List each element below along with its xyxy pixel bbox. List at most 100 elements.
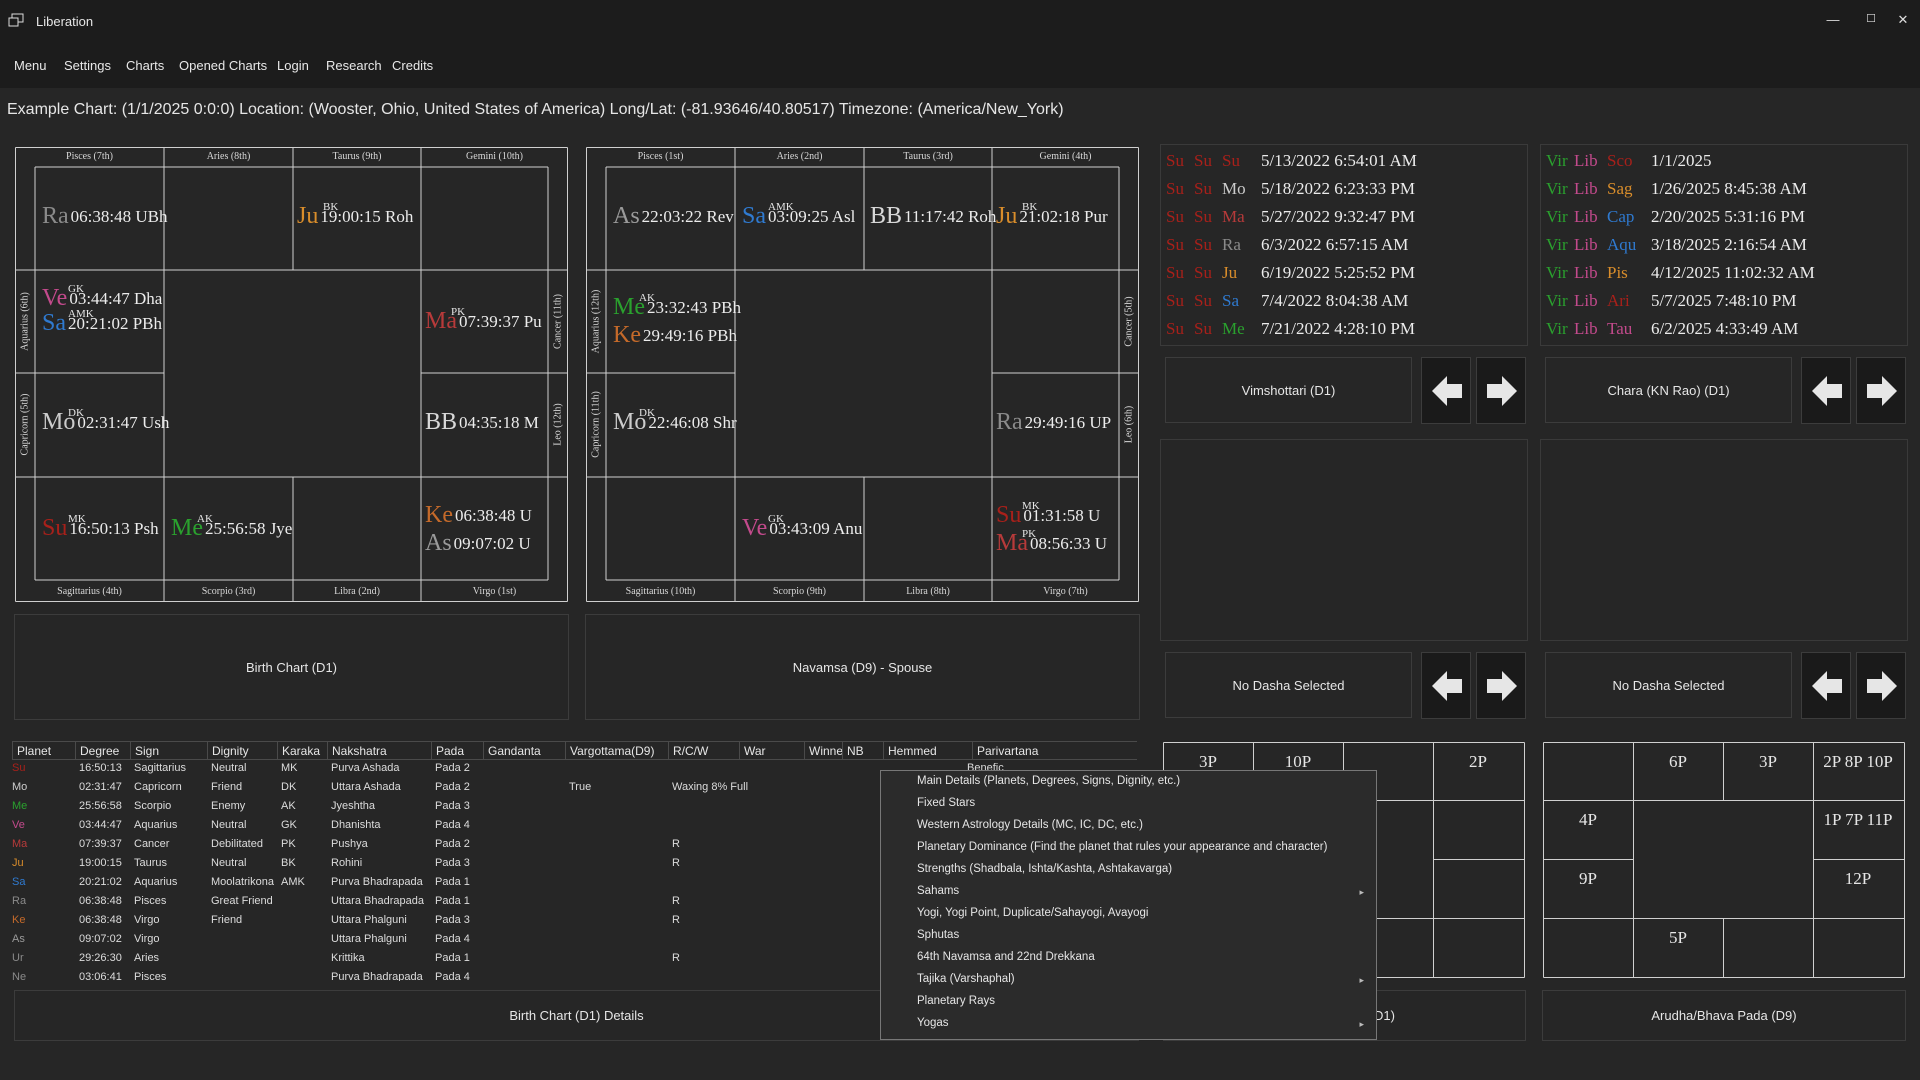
navamsa-chart-d9[interactable]: Pisces (1st) Sagittarius (10th) Aries (2nd…	[586, 147, 1139, 602]
planet-bb[interactable]: BB 11:17:42 Roh	[870, 203, 996, 230]
planet-su[interactable]: Su MK 16:50:13 Psh	[42, 513, 159, 542]
planet-su[interactable]: Su MK 01:31:58 U	[996, 500, 1100, 529]
planet-ve[interactable]: Ve GK 03:44:47 Dha	[42, 283, 162, 312]
arudha-d9-button[interactable]: Arudha/Bhava Pada (D9)	[1542, 990, 1906, 1041]
chara-dasha-list[interactable]: Vir Lib Sco 1/1/2025 Vir Lib Sag 1/26/2025 8:45…	[1540, 144, 1908, 346]
menu-research[interactable]: Research	[326, 58, 382, 73]
chara-button[interactable]: Chara (KN Rao) (D1)	[1545, 357, 1792, 423]
table-header[interactable]: NB	[842, 741, 884, 760]
planet-degree: 06:38:48 UBh	[70, 206, 168, 226]
dasha2-sub-list[interactable]	[1540, 439, 1908, 641]
table-header[interactable]: Pada	[431, 741, 484, 760]
context-menu-item[interactable]: Main Details (Planets, Degrees, Signs, D…	[917, 775, 1180, 787]
menu-charts[interactable]: Charts	[126, 58, 164, 73]
table-cell: Rohini	[331, 857, 363, 869]
planet-mo[interactable]: Mo DK 02:31:47 Ush	[42, 407, 169, 436]
table-cell: Neutral	[211, 762, 247, 774]
dasha2-sub-button[interactable]: No Dasha Selected	[1545, 652, 1792, 718]
table-cell: Taurus	[134, 857, 168, 869]
context-menu-item[interactable]: Fixed Stars	[917, 797, 975, 809]
context-menu-item[interactable]: Planetary Rays	[917, 995, 995, 1007]
planet-as[interactable]: As 22:03:22 Rev	[613, 203, 734, 230]
table-header[interactable]: Sign	[130, 741, 208, 760]
context-menu-item[interactable]: Western Astrology Details (MC, IC, DC, e…	[917, 819, 1143, 831]
navamsa-chart-button[interactable]: Navamsa (D9) - Spouse	[585, 614, 1140, 720]
planet-ke[interactable]: Ke 06:38:48 U	[425, 502, 532, 529]
dasha-lord: Lib	[1574, 207, 1598, 226]
table-header[interactable]: Winner	[804, 741, 847, 760]
table-header[interactable]: War	[739, 741, 805, 760]
table-header[interactable]: Hemmed	[883, 741, 973, 760]
planet-ju[interactable]: Ju BK 21:02:18 Pur	[996, 201, 1108, 230]
birth-chart-d1[interactable]: Pisces (7th) Sagittarius (4th) Aries (8th)…	[15, 147, 568, 602]
table-cell: Pada 2	[435, 762, 470, 774]
dasha1-sub-prev-button[interactable]	[1421, 652, 1471, 719]
dasha1-sub-list[interactable]	[1160, 439, 1528, 641]
context-menu-item[interactable]: Yogi, Yogi Point, Duplicate/Sahayogi, Av…	[917, 907, 1148, 919]
arudha-cell: 10P	[1284, 752, 1312, 771]
table-header[interactable]: Parivartana	[972, 741, 1137, 760]
sign-label: Cancer (11th)	[552, 294, 564, 349]
planet-as[interactable]: As 09:07:02 U	[425, 530, 531, 557]
context-menu-item[interactable]: 64th Navamsa and 22nd Drekkana	[917, 951, 1095, 963]
planet-ra[interactable]: Ra 29:49:16 UP	[996, 409, 1111, 436]
dasha1-sub-next-button[interactable]	[1476, 652, 1526, 719]
dasha-lord: Su	[1194, 179, 1212, 198]
table-cell: Ne	[12, 971, 27, 981]
dasha2-next-button[interactable]	[1856, 357, 1906, 424]
planet-ma[interactable]: Ma PK 08:56:33 U	[996, 528, 1107, 557]
planet-ke[interactable]: Ke 29:49:16 PBh	[613, 322, 737, 349]
planet-abbrev: BB	[425, 409, 458, 435]
dasha2-prev-button[interactable]	[1801, 357, 1851, 424]
planet-me[interactable]: Me AK 23:32:43 PBh	[613, 292, 741, 321]
table-header[interactable]: Vargottama(D9)	[565, 741, 669, 760]
context-menu-item[interactable]: Yogas	[917, 1017, 949, 1029]
planet-sa[interactable]: Sa AMK 20:21:02 PBh	[42, 308, 162, 337]
vimshottari-dasha-list[interactable]: Su Su Su 5/13/2022 6:54:01 AM Su Su Mo 5/18/202…	[1160, 144, 1528, 346]
planet-abbrev: As	[425, 530, 452, 556]
dasha2-sub-prev-button[interactable]	[1801, 652, 1851, 719]
table-cell: 20:21:02	[79, 876, 122, 888]
table-header[interactable]: R/C/W	[668, 741, 740, 760]
menu-menu[interactable]: Menu	[14, 58, 47, 73]
table-header[interactable]: Degree	[75, 741, 131, 760]
planet-bb[interactable]: BB 04:35:18 M	[425, 409, 539, 436]
dasha1-next-button[interactable]	[1476, 357, 1526, 424]
context-menu-item[interactable]: Tajika (Varshaphal)	[917, 973, 1015, 985]
menu-settings[interactable]: Settings	[64, 58, 111, 73]
planet-ra[interactable]: Ra 06:38:48 UBh	[42, 203, 167, 230]
table-header[interactable]: Dignity	[207, 741, 278, 760]
vimshottari-button[interactable]: Vimshottari (D1)	[1165, 357, 1412, 423]
details-context-menu[interactable]: Main Details (Planets, Degrees, Signs, D…	[880, 770, 1377, 1040]
menu-bar: Menu Settings Charts Opened Charts Login…	[0, 42, 1920, 88]
planet-mo[interactable]: Mo DK 22:46:08 Shr	[613, 407, 737, 436]
dasha1-prev-button[interactable]	[1421, 357, 1471, 424]
dasha2-sub-next-button[interactable]	[1856, 652, 1906, 719]
planet-sa[interactable]: Sa AMK 03:09:25 Asl	[742, 201, 855, 230]
menu-opened-charts[interactable]: Opened Charts	[179, 58, 267, 73]
context-menu-item[interactable]: Strengths (Shadbala, Ishta/Kashta, Ashta…	[917, 863, 1172, 875]
table-header[interactable]: Planet	[12, 741, 76, 760]
menu-credits[interactable]: Credits	[392, 58, 433, 73]
close-button[interactable]: ✕	[1893, 12, 1913, 30]
table-header[interactable]: Gandanta	[483, 741, 566, 760]
table-cell: Pada 2	[435, 838, 470, 850]
minimize-button[interactable]: —	[1823, 12, 1843, 30]
maximize-button[interactable]: ☐	[1861, 12, 1881, 30]
planet-degree: 06:38:48 U	[454, 505, 532, 525]
context-menu-item[interactable]: Sahams	[917, 885, 959, 897]
menu-login[interactable]: Login	[277, 58, 309, 73]
table-cell: AK	[281, 800, 296, 812]
planet-ve[interactable]: Ve GK 03:43:09 Anu	[742, 513, 862, 542]
table-header[interactable]: Nakshatra	[327, 741, 432, 760]
table-cell: Dhanishta	[331, 819, 381, 831]
planet-ju[interactable]: Ju BK 19:00:15 Roh	[297, 201, 413, 230]
context-menu-item[interactable]: Sphutas	[917, 929, 959, 941]
birth-chart-button[interactable]: Birth Chart (D1)	[14, 614, 569, 720]
context-menu-item[interactable]: Planetary Dominance (Find the planet tha…	[917, 841, 1327, 853]
planet-me[interactable]: Me AK 25:56:58 Jye	[171, 513, 292, 542]
planet-abbrev: Sa	[42, 310, 66, 336]
planet-ma[interactable]: Ma PK 07:39:37 Pu	[425, 306, 542, 335]
table-header[interactable]: Karaka	[277, 741, 328, 760]
dasha1-sub-button[interactable]: No Dasha Selected	[1165, 652, 1412, 718]
